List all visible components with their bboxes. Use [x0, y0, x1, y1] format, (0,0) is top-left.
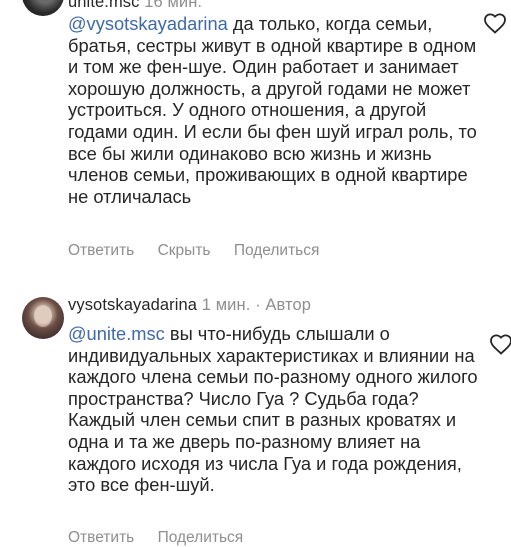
share-button[interactable]: Поделиться — [158, 529, 244, 547]
hide-button[interactable]: Скрыть — [158, 242, 211, 260]
like-heart-icon[interactable] — [489, 333, 511, 355]
share-button[interactable]: Поделиться — [234, 242, 320, 260]
comment-2-time: 1 мин. · Автор — [201, 296, 311, 314]
comment-2-header: vysotskayadarina 1 мин. · Автор — [68, 296, 311, 315]
comment-1-actions: Ответить Скрыть Поделиться — [68, 242, 338, 260]
comment-2-body: вы что-нибудь слышали о индивидуальных х… — [68, 323, 478, 496]
comment-1-text: @vysotskayadarina да только, когда семьи… — [68, 13, 488, 207]
comment-2-text: @unite.msc вы что-нибудь слышали о индив… — [68, 323, 488, 496]
reply-button[interactable]: Ответить — [68, 529, 134, 547]
reply-button[interactable]: Ответить — [68, 242, 134, 260]
comment-2-username[interactable]: vysotskayadarina — [68, 296, 197, 314]
like-heart-icon[interactable] — [483, 12, 507, 34]
comment-1-time: 16 мин. — [144, 0, 203, 11]
heart-outline-icon — [484, 13, 506, 34]
comment-1-body: да только, когда семьи, братья, сестры ж… — [68, 13, 477, 207]
avatar-vysotskayadarina[interactable] — [22, 297, 64, 339]
comment-1-header: unite.msc 16 мин. — [68, 0, 202, 12]
comment-2-actions: Ответить Поделиться — [68, 529, 262, 547]
comment-1-username[interactable]: unite.msc — [68, 0, 140, 11]
comment-2-mention[interactable]: @unite.msc — [68, 323, 165, 344]
heart-outline-icon — [490, 334, 511, 355]
avatar-unite-msc[interactable] — [22, 0, 64, 16]
comment-1-mention[interactable]: @vysotskayadarina — [68, 13, 228, 34]
